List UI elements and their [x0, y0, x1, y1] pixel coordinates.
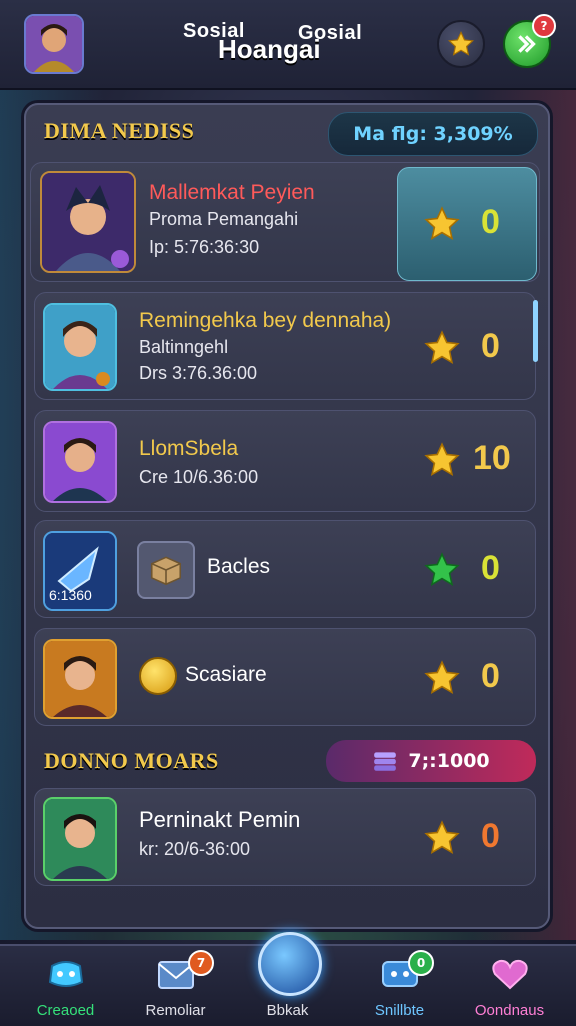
bottom-nav: Creaoed 7 Remoliar Bbkak 0 Snillbte Oond… [0, 932, 576, 1026]
box-item-icon [137, 541, 195, 599]
player-time-2: Drs 3:76.36:00 [139, 363, 258, 383]
player-time-1: Ip: 5:76:36:30 [149, 237, 260, 257]
star-icon [424, 660, 460, 695]
player-portrait-icon [45, 423, 115, 501]
stat-pill-bottom: 7;:1000 [326, 740, 536, 782]
item-avatar-2 [43, 639, 117, 719]
nav-chat-badge: 0 [408, 950, 434, 976]
player-avatar-bottom [43, 797, 117, 881]
nav-item-home[interactable]: Bbkak [230, 932, 345, 1026]
item-caption-1: 6:1360 [49, 587, 92, 603]
avatar-portrait-icon [26, 16, 82, 72]
player-score-bottom: 0 [481, 817, 500, 855]
player-name-3: LlomSbela [139, 437, 239, 460]
nav-label-home: Bbkak [266, 1002, 309, 1019]
nav-item-chat[interactable]: 0 Snillbte [342, 946, 457, 1026]
player-portrait-icon [45, 641, 115, 717]
profile-avatar[interactable] [24, 14, 84, 74]
nav-item-mail[interactable]: 7 Remoliar [118, 946, 233, 1026]
scrollbar-thumb[interactable] [533, 300, 538, 362]
player-card-bottom[interactable]: Perninakt Pemin kr: 20/6-36:00 0 [34, 788, 536, 886]
home-orb-icon [258, 932, 322, 996]
player-time-bottom: kr: 20/6-36:00 [139, 839, 251, 859]
section-title-top: DIMA NEDISS [44, 118, 195, 143]
player-avatar-1 [40, 171, 136, 273]
nav-mail-badge: 7 [188, 950, 214, 976]
player-name-1: Mallemkat Peyien [149, 181, 315, 204]
favorites-button[interactable] [437, 20, 485, 68]
player-time-3: Cre 10/6.36:00 [139, 467, 259, 487]
star-icon [424, 206, 460, 241]
player-name-2: Remingehka bey dennaha) [139, 309, 392, 332]
nav-label-favorites: Oondnaus [474, 1002, 545, 1019]
star-icon [424, 820, 460, 855]
item-card-2[interactable]: Scasiare 0 [34, 628, 536, 726]
star-icon [448, 30, 474, 56]
player-avatar-2 [43, 303, 117, 391]
hero-portrait-icon [42, 173, 134, 271]
player-sub-2: Baltinngehl [139, 337, 229, 357]
item-name-1: Bacles [207, 555, 271, 578]
nav-item-favorites[interactable]: Oondnaus [452, 946, 567, 1026]
top-header: Sosial Gosial Hoangai ? [0, 0, 576, 90]
player-card-2[interactable]: Remingehka bey dennaha) Baltinngehl Drs … [34, 292, 536, 400]
page-title: Hoangai [218, 34, 321, 64]
item-name-2: Scasiare [185, 663, 267, 686]
player-score-2: 0 [481, 327, 500, 365]
player-portrait-icon [45, 799, 115, 879]
stat-pill-bottom-value: 7;:1000 [408, 750, 490, 772]
nav-item-create[interactable]: Creaoed [8, 946, 123, 1026]
player-name-bottom: Perninakt Pemin [139, 807, 301, 832]
coin-icon [139, 657, 177, 695]
star-icon [424, 442, 460, 477]
player-sub-1: Proma Pemangahi [149, 209, 299, 229]
nav-label-chat: Snillbte [374, 1002, 425, 1019]
nav-label-create: Creaoed [36, 1002, 95, 1019]
player-avatar-3 [43, 421, 117, 503]
heart-icon [492, 959, 528, 990]
highlight-score-box [397, 167, 537, 281]
item-card-1[interactable]: 6:1360 Bacles 0 [34, 520, 536, 618]
player-card-1[interactable]: Mallemkat Peyien Proma Pemangahi Ip: 5:7… [30, 162, 540, 282]
player-score-1: 0 [481, 203, 500, 241]
section-title-bottom: DONNO MOARS [44, 748, 219, 773]
stat-pill-top: Ma flg: 3,309% [328, 112, 538, 156]
coin-stack-icon [374, 752, 397, 771]
item-score-2: 0 [481, 657, 500, 695]
player-card-3[interactable]: LlomSbela Cre 10/6.36:00 10 [34, 410, 536, 512]
star-icon [424, 330, 460, 365]
player-portrait-icon [45, 305, 115, 389]
controller-icon [48, 961, 84, 987]
nav-label-mail: Remoliar [145, 1002, 206, 1019]
player-score-3: 10 [473, 439, 511, 477]
star-icon [424, 552, 460, 587]
go-button-badge: ? [532, 14, 556, 38]
item-score-1: 0 [481, 549, 500, 587]
